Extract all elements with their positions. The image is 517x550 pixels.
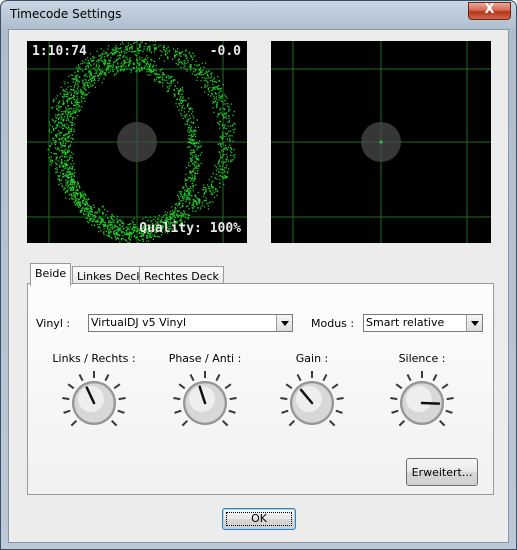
knob-tick <box>285 383 293 390</box>
knob-tick <box>280 397 288 401</box>
mode-select-value: Smart relative <box>366 316 445 329</box>
knob-tick <box>438 419 446 427</box>
knob-tick <box>70 419 78 427</box>
knob-tick <box>445 409 453 414</box>
knob-tick <box>173 397 181 401</box>
knob-tick <box>328 419 336 427</box>
tab-rechtes-deck-label: Rechtes Deck <box>144 270 219 283</box>
knob-tick <box>67 383 75 390</box>
title-bar[interactable]: Timecode Settings X <box>1 1 516 29</box>
left-scope-plot <box>27 41 247 243</box>
phase-knob[interactable] <box>170 368 240 438</box>
ok-button[interactable]: OK <box>222 508 296 530</box>
knob-tick <box>281 409 289 414</box>
chevron-down-icon <box>276 315 292 331</box>
silence-knob-dial <box>390 371 454 427</box>
knob-tick <box>288 419 296 427</box>
vinyl-label: Vinyl : <box>36 317 71 330</box>
center-target <box>117 122 157 162</box>
phase-knob-label: Phase / Anti : <box>168 352 242 365</box>
knob-highlight <box>406 386 432 412</box>
silence-knob-label: Silence : <box>398 352 446 365</box>
knob-tick <box>395 383 403 390</box>
knob-tick <box>118 397 126 401</box>
advanced-button[interactable]: Erweitert... <box>406 458 478 486</box>
gain-knob-label: Gain : <box>295 352 329 365</box>
knob-tick <box>296 374 302 382</box>
balance-knob[interactable] <box>59 368 129 438</box>
knob-tick <box>113 383 121 390</box>
mode-label: Modus : <box>311 317 355 330</box>
vinyl-select[interactable]: VirtualDJ v5 Vinyl <box>88 314 293 332</box>
knob-tick <box>441 383 449 390</box>
left-signal-scope: 1:10:74 -0.0 Quality: 100% <box>27 41 247 243</box>
knob-tick <box>117 409 125 414</box>
knob-tick <box>228 409 236 414</box>
balance-knob-dial <box>62 371 126 427</box>
tab-beide-label: Beide <box>35 267 67 280</box>
knob-tick <box>336 397 344 401</box>
chevron-down-icon <box>466 315 482 331</box>
knob-tick <box>110 419 118 427</box>
quality-readout: Quality: 100% <box>139 221 241 236</box>
dialog-client-area: 1:10:74 -0.0 Quality: 100% Beide Linkes … <box>8 29 509 543</box>
knob-tick <box>215 374 221 382</box>
window-title: Timecode Settings <box>10 7 122 21</box>
tab-beide[interactable]: Beide <box>30 263 72 286</box>
signal-dot <box>379 140 383 144</box>
knob-tick <box>322 374 328 382</box>
knob-tick <box>189 374 195 382</box>
gain-knob[interactable] <box>277 368 347 438</box>
knob-tick <box>174 409 182 414</box>
knob-tick <box>178 383 186 390</box>
right-scope-plot <box>271 41 491 243</box>
knob-tick <box>221 419 229 427</box>
knob-tick <box>104 374 110 382</box>
tab-linkes-deck-label: Linkes Deck <box>77 270 143 283</box>
vinyl-select-value: VirtualDJ v5 Vinyl <box>91 316 187 329</box>
mode-select[interactable]: Smart relative <box>363 314 483 332</box>
close-button[interactable]: X <box>468 2 511 20</box>
timecode-settings-window: Timecode Settings X 1:10:74 -0.0 Quality… <box>0 0 517 550</box>
close-icon: X <box>484 2 495 17</box>
knob-tick <box>446 397 454 401</box>
knob-tick <box>224 383 232 390</box>
knob-tick <box>62 397 70 401</box>
pitch-readout: -0.0 <box>209 44 241 59</box>
time-readout: 1:10:74 <box>32 44 87 59</box>
knob-tick <box>229 397 237 401</box>
knob-tick <box>432 374 438 382</box>
knob-tick <box>331 383 339 390</box>
knob-tick <box>398 419 406 427</box>
focus-rectangle <box>226 512 292 526</box>
knob-tick <box>78 374 84 382</box>
balance-knob-label: Links / Rechts : <box>52 352 136 365</box>
knob-tick <box>63 409 71 414</box>
knob-tick <box>391 409 399 414</box>
knob-tick <box>335 409 343 414</box>
knob-tick <box>406 374 412 382</box>
knob-pointer <box>420 401 441 405</box>
silence-knob[interactable] <box>387 368 457 438</box>
right-signal-scope <box>271 41 491 243</box>
knob-tick <box>181 419 189 427</box>
knob-tick <box>390 397 398 401</box>
gain-knob-dial <box>280 371 344 427</box>
advanced-button-label: Erweitert... <box>411 466 473 479</box>
phase-knob-dial <box>173 371 237 427</box>
